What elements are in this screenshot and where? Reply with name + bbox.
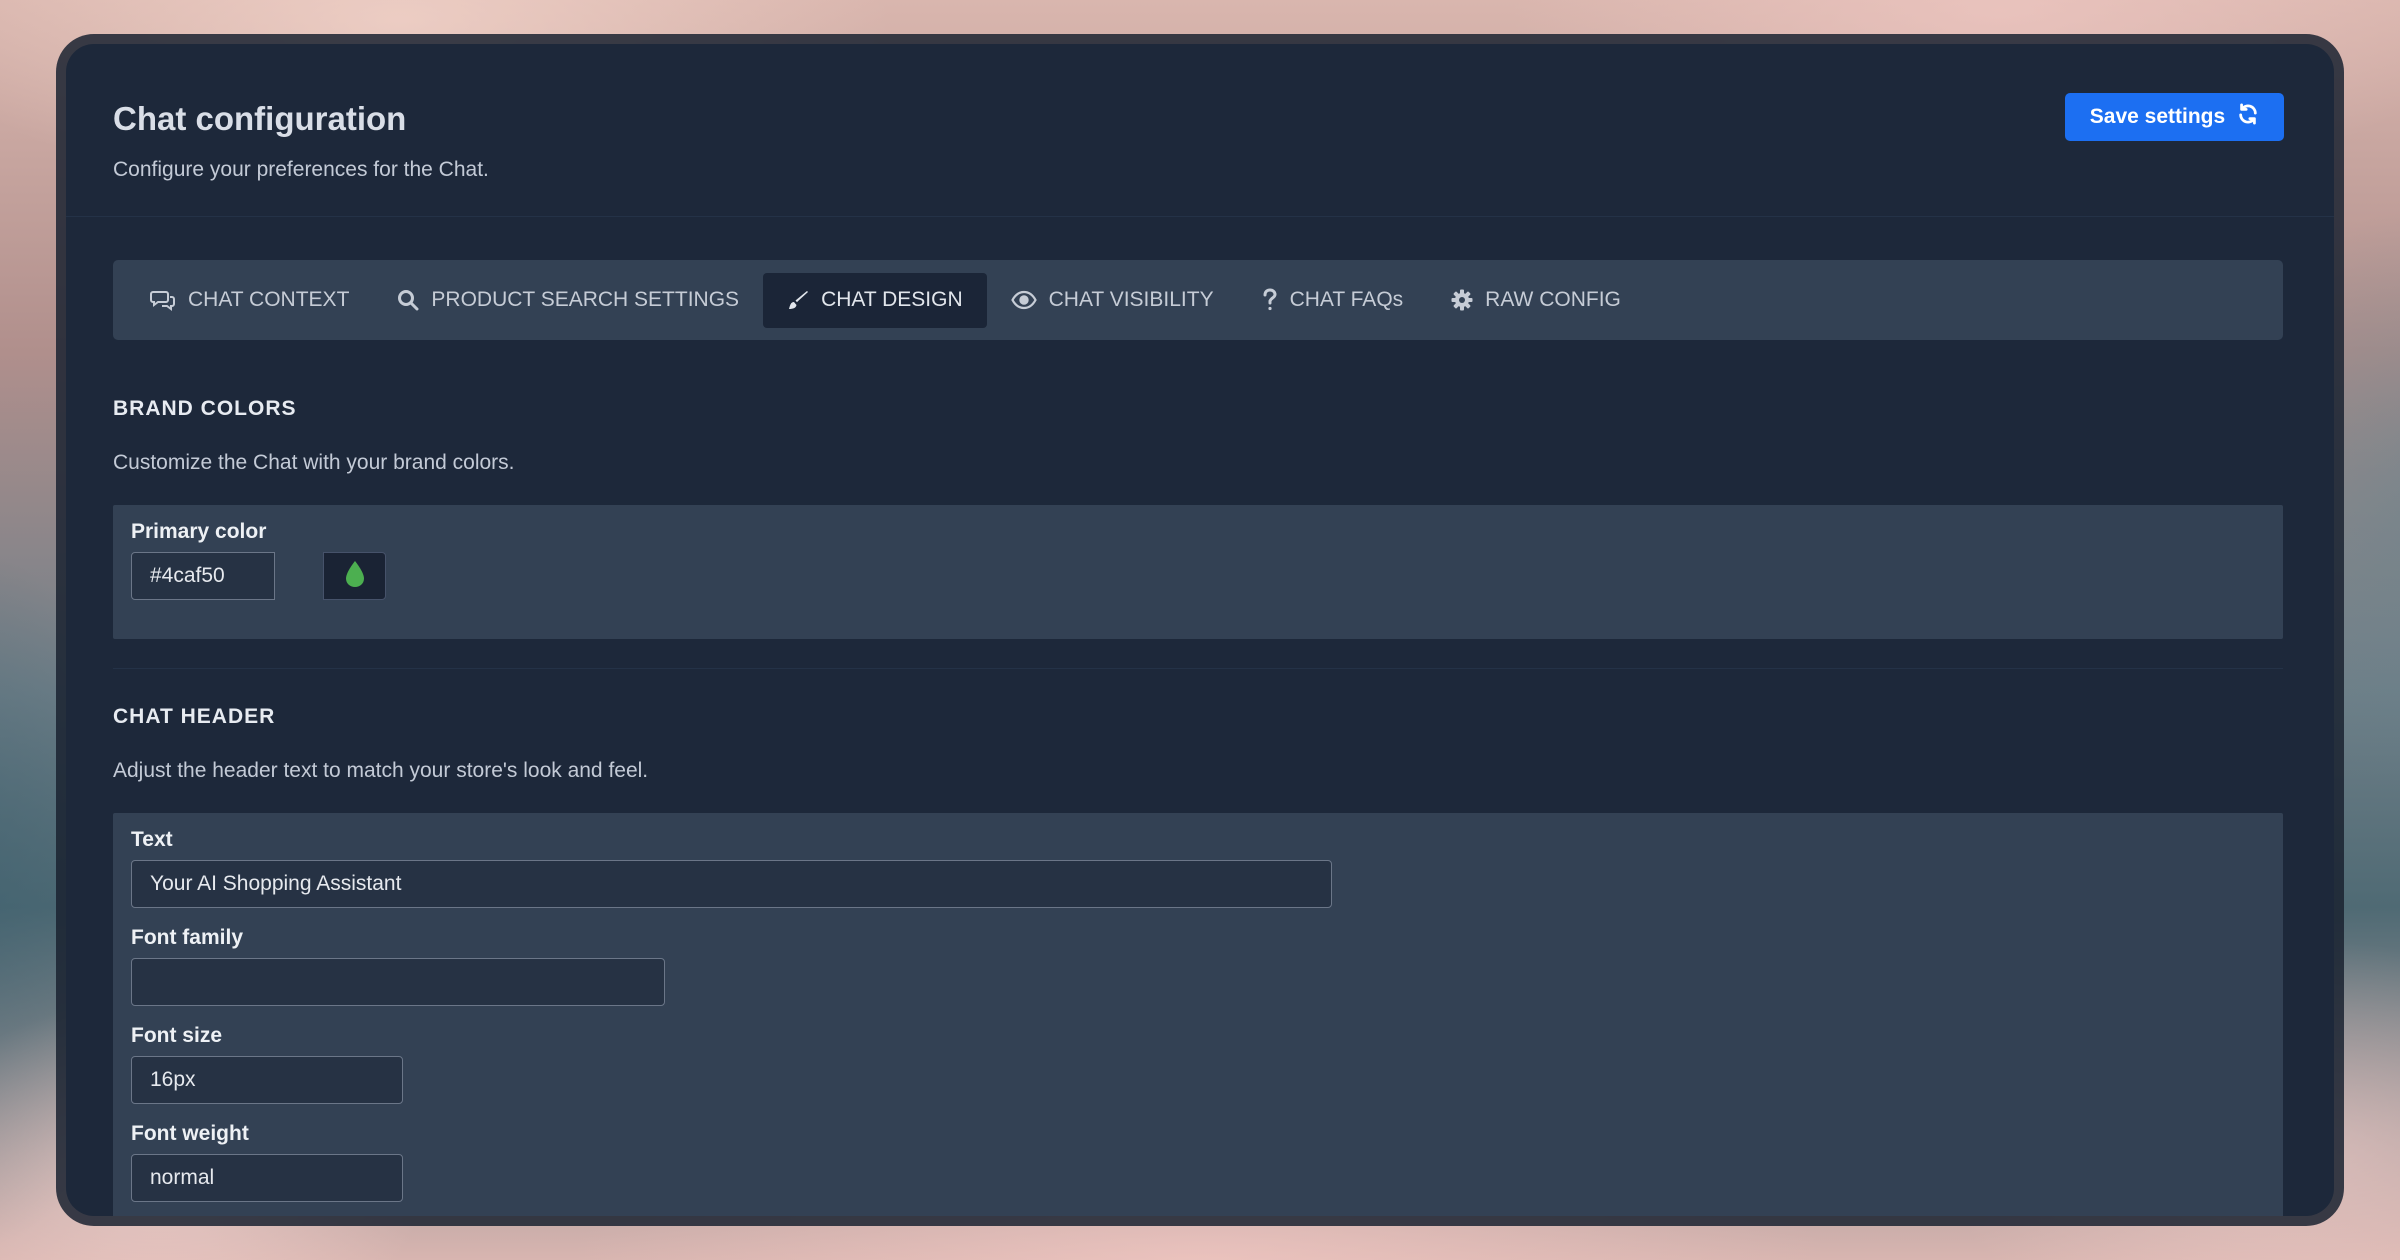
search-icon [397,289,419,311]
refresh-icon [2237,103,2259,131]
font-weight-input[interactable] [131,1154,403,1202]
save-settings-button[interactable]: Save settings [2065,93,2284,141]
eye-icon [1010,290,1037,310]
brand-colors-title: BRAND COLORS [113,397,297,420]
question-icon [1262,288,1278,312]
tab-product-search-settings[interactable]: PRODUCT SEARCH SETTINGS [373,273,763,328]
text-label: Text [131,828,173,851]
save-settings-label: Save settings [2089,105,2226,128]
tab-chat-design[interactable]: CHAT DESIGN [763,272,987,328]
tab-chat-visibility[interactable]: CHAT VISIBILITY [987,273,1238,328]
font-weight-label: Font weight [131,1122,249,1145]
tab-label: CHAT CONTEXT [188,288,350,311]
paintbrush-icon [787,289,809,311]
brand-colors-description: Customize the Chat with your brand color… [113,451,515,474]
primary-color-label: Primary color [131,520,267,543]
chat-header-card: Text Font family Font size Font weight [113,813,2283,1216]
font-size-input[interactable] [131,1056,403,1104]
page-header: Chat configuration Configure your prefer… [66,44,2334,217]
color-picker-button[interactable] [323,552,386,600]
tab-label: CHAT FAQs [1289,288,1404,311]
droplet-icon [343,559,367,594]
tab-label: CHAT DESIGN [821,288,963,311]
tab-raw-config[interactable]: RAW CONFIG [1427,273,1645,328]
font-size-label: Font size [131,1024,223,1047]
header-text-input[interactable] [131,860,1332,908]
chat-header-title: CHAT HEADER [113,705,276,728]
tab-label: RAW CONFIG [1485,288,1621,311]
page-title: Chat configuration [113,100,407,137]
tab-chat-context[interactable]: CHAT CONTEXT [126,273,373,328]
primary-color-input[interactable] [131,552,275,600]
tab-label: PRODUCT SEARCH SETTINGS [431,288,740,311]
chat-bubbles-icon [150,289,176,311]
tab-chat-faqs[interactable]: CHAT FAQs [1238,273,1428,328]
brand-colors-card: Primary color [113,505,2283,639]
settings-tabs: CHAT CONTEXT PRODUCT SEARCH SETTINGS CHA… [113,260,2283,340]
font-family-label: Font family [131,926,244,949]
font-family-input[interactable] [131,958,665,1006]
page-subtitle: Configure your preferences for the Chat. [113,158,489,181]
section-divider [113,668,2283,669]
chat-header-description: Adjust the header text to match your sto… [113,759,649,782]
gear-icon [1451,289,1473,311]
tab-label: CHAT VISIBILITY [1048,288,1214,311]
chat-configuration-panel: Chat configuration Configure your prefer… [66,44,2334,1216]
